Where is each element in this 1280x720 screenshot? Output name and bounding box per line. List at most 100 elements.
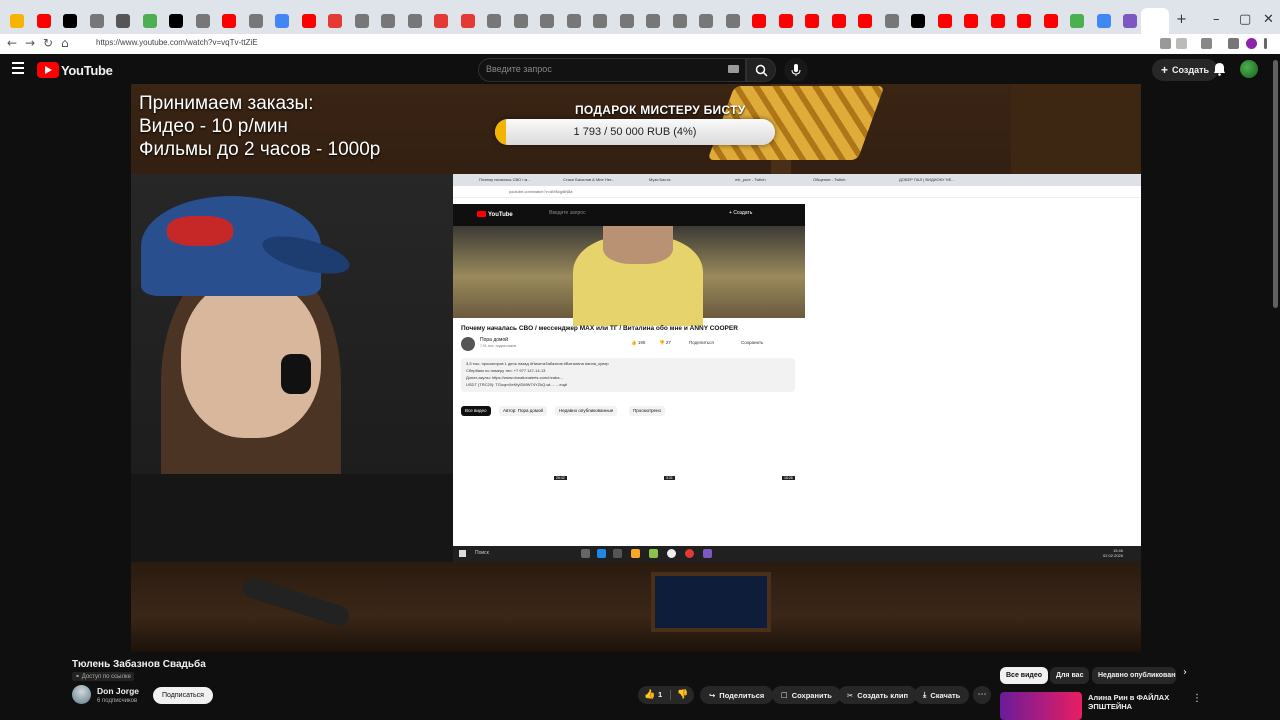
browser-tab-favicon[interactable] — [142, 14, 157, 28]
subscriber-count: 6 подписчиков — [97, 698, 138, 704]
browser-tab-favicon[interactable] — [460, 14, 475, 28]
forward-icon[interactable]: → — [25, 36, 35, 50]
chevron-right-icon[interactable]: › — [1183, 667, 1187, 678]
active-tab[interactable] — [1141, 8, 1169, 34]
profile-settings-icon[interactable] — [1228, 38, 1239, 49]
close-window-icon[interactable]: ✕ — [1263, 12, 1274, 27]
browser-tab-favicon[interactable] — [10, 14, 24, 28]
recommended-more-icon[interactable]: ⋮ — [1192, 693, 1202, 704]
recommended-thumbnail[interactable] — [1000, 692, 1082, 720]
like-icon[interactable]: 👍 — [644, 690, 655, 700]
browser-menu-icon[interactable] — [1264, 38, 1267, 49]
browser-tab-favicon[interactable] — [169, 14, 183, 28]
cannon-image — [240, 575, 352, 629]
browser-tab-favicon[interactable] — [1096, 14, 1111, 28]
browser-tab-favicon[interactable] — [699, 14, 713, 28]
shared-description-line: Донат-акулы: https://www.donationalerts.… — [466, 375, 563, 380]
chip-recent[interactable]: Недавно опубликованные — [1092, 667, 1176, 684]
url-field[interactable]: https://www.youtube.com/watch?v=vqTv-ttZ… — [96, 38, 258, 47]
browser-tab-favicon[interactable] — [593, 14, 607, 28]
browser-tab-favicon[interactable] — [63, 14, 77, 28]
menu-icon[interactable] — [12, 62, 24, 76]
browser-tab-favicon[interactable] — [1043, 14, 1058, 28]
browser-tab-favicon[interactable] — [513, 14, 528, 28]
browser-tab-favicon[interactable] — [778, 14, 793, 28]
download-button[interactable]: ⤓ Скачать — [914, 686, 970, 704]
notifications-bell-icon[interactable] — [1213, 62, 1226, 76]
browser-tab-favicon[interactable] — [301, 14, 316, 28]
browser-tab-favicon[interactable] — [36, 14, 51, 28]
reload-icon[interactable]: ↻ — [43, 36, 53, 50]
browser-tab-favicon[interactable] — [937, 14, 952, 28]
recommended-title[interactable]: Алина Рин в ФАЙЛАХ ЭПШТЕЙНА — [1088, 693, 1182, 711]
install-icon[interactable] — [1160, 38, 1171, 49]
shared-chip: Все видео — [461, 406, 491, 416]
browser-tab-favicon[interactable] — [884, 14, 899, 28]
back-icon[interactable]: ← — [7, 36, 17, 50]
browser-tab-favicon[interactable] — [672, 14, 687, 28]
taskbar-search: Поиск — [475, 550, 489, 556]
voice-search-button[interactable] — [784, 58, 808, 82]
browser-tab-favicon[interactable] — [222, 14, 236, 28]
video-player[interactable]: Принимаем заказы: Видео - 10 р/мин Фильм… — [131, 84, 1141, 652]
home-icon[interactable]: ⌂ — [61, 36, 69, 50]
browser-tab-favicon[interactable] — [195, 14, 210, 28]
access-label: Доступ по ссылке — [81, 674, 131, 680]
browser-tab-favicon[interactable] — [354, 14, 369, 28]
browser-tab-favicon[interactable] — [1123, 14, 1137, 28]
subscribe-button[interactable]: Подписаться — [153, 687, 213, 704]
more-actions-icon[interactable]: ⋯ — [973, 686, 991, 704]
shared-dislike-count: 27 — [665, 340, 671, 345]
bookmark-star-icon[interactable] — [1176, 38, 1187, 49]
browser-tab-favicon[interactable] — [990, 14, 1005, 28]
youtube-logo[interactable]: YouTube — [37, 62, 113, 78]
browser-tab-favicon[interactable] — [619, 14, 634, 28]
search-button[interactable] — [746, 58, 776, 82]
browser-tab-favicon[interactable] — [1017, 14, 1031, 28]
browser-tab-favicon[interactable] — [725, 14, 740, 28]
shared-tab: Стасе Басилов & Мне Нет... — [563, 177, 615, 182]
chip-all-videos[interactable]: Все видео — [1000, 667, 1049, 684]
browser-tab-favicon[interactable] — [434, 14, 448, 28]
channel-name[interactable]: Don Jorge — [97, 686, 139, 696]
save-button[interactable]: ☐ Сохранить — [772, 686, 841, 704]
shared-save: Сохранить — [741, 340, 764, 345]
maximize-icon[interactable]: ▢ — [1239, 12, 1251, 27]
create-button[interactable]: + Создать — [1152, 59, 1219, 81]
share-button[interactable]: ↪ Поделиться — [700, 686, 774, 704]
profile-avatar[interactable] — [1246, 38, 1257, 49]
browser-tab-favicon[interactable] — [407, 14, 422, 28]
shared-tab: Общение - Twitch — [813, 177, 846, 182]
browser-tab-favicon[interactable] — [540, 14, 554, 28]
page-scrollbar[interactable] — [1273, 60, 1278, 308]
extensions-icon[interactable] — [1201, 38, 1212, 49]
browser-tab-favicon[interactable] — [328, 14, 342, 28]
clip-button[interactable]: ✂ Создать клип — [838, 686, 917, 704]
browser-tab-favicon[interactable] — [964, 14, 978, 28]
chip-for-you[interactable]: Для вас — [1050, 667, 1090, 684]
browser-tab-favicon[interactable] — [275, 14, 289, 28]
search-input[interactable]: Введите запрос — [478, 58, 746, 82]
account-avatar[interactable] — [1240, 60, 1258, 78]
browser-tab-favicon[interactable] — [248, 14, 263, 28]
browser-tab-favicon[interactable] — [1070, 14, 1084, 28]
overlay-line: Принимаем заказы: — [139, 93, 314, 114]
browser-tab-favicon[interactable] — [381, 14, 395, 28]
browser-tab-favicon[interactable] — [831, 14, 846, 28]
dislike-icon[interactable]: 👎 — [677, 690, 688, 700]
browser-tab-favicon[interactable] — [487, 14, 501, 28]
browser-tab-favicon[interactable] — [911, 14, 925, 28]
browser-tab-favicon[interactable] — [858, 14, 872, 28]
new-tab-icon[interactable]: + — [1176, 12, 1187, 27]
windows-start-icon — [459, 550, 466, 557]
minimize-icon[interactable]: – — [1213, 12, 1220, 27]
channel-avatar[interactable] — [72, 685, 91, 704]
browser-tab-favicon[interactable] — [805, 14, 819, 28]
browser-tab-favicon[interactable] — [752, 14, 766, 28]
like-dislike-group: 👍 1 👎 — [638, 686, 694, 704]
browser-tab-favicon[interactable] — [646, 14, 660, 28]
browser-tab-favicon[interactable] — [566, 14, 581, 28]
keyboard-icon[interactable] — [728, 65, 739, 73]
browser-tab-favicon[interactable] — [116, 14, 130, 28]
browser-tab-favicon[interactable] — [89, 14, 104, 28]
